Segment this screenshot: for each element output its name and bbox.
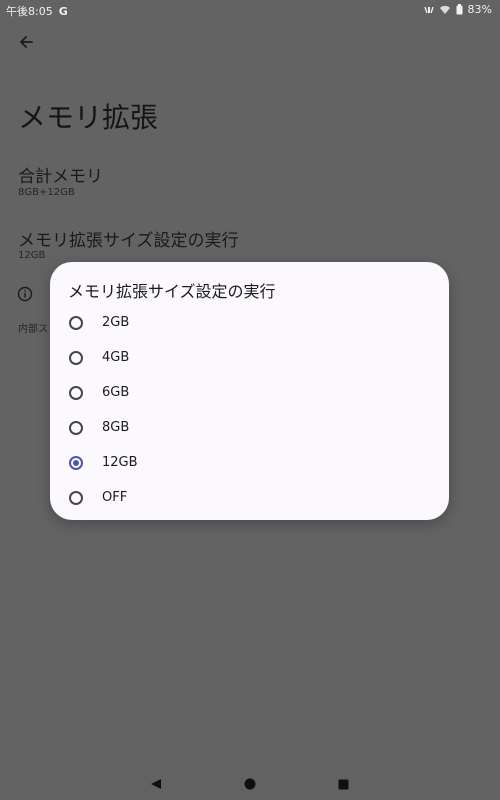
total-memory-summary: 8GB+12GB bbox=[18, 187, 75, 198]
option-label: 12GB bbox=[102, 455, 138, 470]
nav-recents-button[interactable] bbox=[338, 775, 349, 794]
option-label: OFF bbox=[102, 490, 128, 505]
back-button[interactable] bbox=[14, 31, 40, 53]
wifi-icon bbox=[439, 5, 451, 15]
radio-button-checked[interactable] bbox=[69, 455, 83, 470]
option-2gb[interactable]: 2GB bbox=[50, 305, 449, 340]
option-6gb[interactable]: 6GB bbox=[50, 375, 449, 410]
radio-button[interactable] bbox=[69, 385, 83, 400]
total-memory-title: 合計メモリ bbox=[18, 167, 103, 187]
triangle-back-icon bbox=[151, 779, 161, 789]
battery-percent: 83% bbox=[467, 3, 492, 16]
nav-back-button[interactable] bbox=[150, 775, 162, 794]
radio-button[interactable] bbox=[69, 315, 83, 330]
vibrate-icon bbox=[423, 5, 434, 15]
arrow-left-icon bbox=[20, 36, 33, 48]
navigation-bar bbox=[0, 764, 500, 800]
expansion-size-dialog: メモリ拡張サイズ設定の実行 2GB 4GB 6GB 8GB 12GB OFF bbox=[50, 262, 449, 520]
option-4gb[interactable]: 4GB bbox=[50, 340, 449, 375]
status-time: 午後8:05 bbox=[6, 5, 53, 18]
circle-home-icon bbox=[244, 778, 256, 790]
expansion-size-title[interactable]: メモリ拡張サイズ設定の実行 bbox=[18, 226, 239, 251]
footer-text: 内部ス bbox=[18, 324, 48, 335]
status-bar: 午後8:05 G 83% bbox=[0, 0, 500, 20]
page-title: メモリ拡張 bbox=[18, 101, 159, 134]
radio-button[interactable] bbox=[69, 490, 83, 505]
option-12gb[interactable]: 12GB bbox=[50, 445, 449, 480]
dialog-title: メモリ拡張サイズ設定の実行 bbox=[68, 282, 276, 301]
option-label: 8GB bbox=[102, 420, 130, 435]
nav-home-button[interactable] bbox=[244, 775, 256, 794]
option-label: 4GB bbox=[102, 350, 130, 365]
battery-icon bbox=[456, 4, 463, 15]
expansion-size-summary: 12GB bbox=[18, 250, 46, 261]
info-icon bbox=[17, 286, 33, 302]
option-8gb[interactable]: 8GB bbox=[50, 410, 449, 445]
radio-button[interactable] bbox=[69, 350, 83, 365]
option-label: 2GB bbox=[102, 315, 130, 330]
radio-button[interactable] bbox=[69, 420, 83, 435]
square-recents-icon bbox=[338, 779, 349, 790]
option-label: 6GB bbox=[102, 385, 130, 400]
google-icon: G bbox=[58, 4, 68, 18]
option-off[interactable]: OFF bbox=[50, 480, 449, 515]
